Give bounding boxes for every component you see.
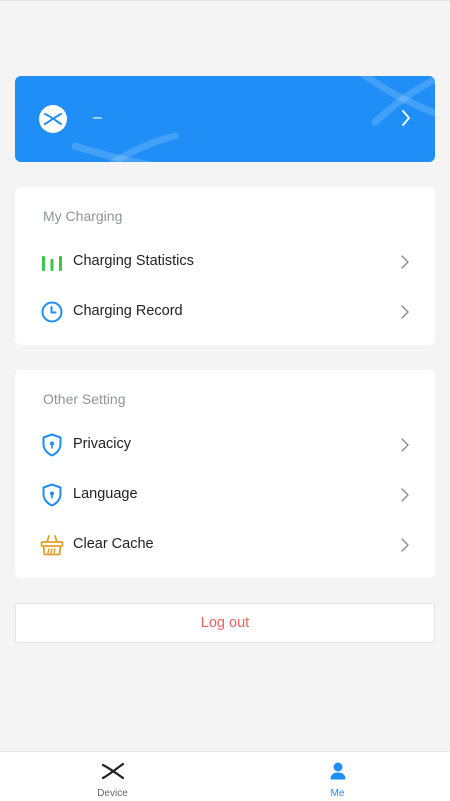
x-logo-icon <box>101 761 125 781</box>
chevron-right-icon <box>402 110 410 126</box>
shield-icon <box>39 483 65 507</box>
avatar <box>39 105 67 133</box>
bar-chart-icon <box>39 250 65 274</box>
chevron-right-icon <box>401 488 409 502</box>
tab-device[interactable]: Device <box>0 752 225 801</box>
charging-record-row[interactable]: Charging Record <box>15 287 435 337</box>
tab-me[interactable]: Me <box>225 752 450 801</box>
my-charging-card: My Charging Charging Statistics Charging… <box>15 187 435 345</box>
username: – <box>93 109 102 126</box>
bottom-tab-bar: Device Me <box>0 751 450 801</box>
chevron-right-icon <box>401 305 409 319</box>
tab-device-label: Device <box>97 788 128 799</box>
clear-cache-row[interactable]: Clear Cache <box>15 520 435 570</box>
x-logo-icon <box>44 113 62 125</box>
basket-icon <box>39 533 65 557</box>
privacy-label: Privacicy <box>73 436 132 452</box>
language-label: Language <box>73 486 138 502</box>
section-title-other-setting: Other Setting <box>43 391 126 407</box>
tab-me-label: Me <box>330 788 345 799</box>
charging-record-label: Charging Record <box>73 303 183 319</box>
top-divider <box>0 0 450 1</box>
decorative-x-background <box>71 76 435 162</box>
chevron-right-icon <box>401 438 409 452</box>
clock-icon <box>39 300 65 324</box>
other-setting-card: Other Setting Privacicy Language Clear C… <box>15 370 435 578</box>
privacy-row[interactable]: Privacicy <box>15 420 435 470</box>
logout-button[interactable]: Log out <box>15 603 435 643</box>
shield-icon <box>39 433 65 457</box>
chevron-right-icon <box>401 255 409 269</box>
language-row[interactable]: Language <box>15 470 435 520</box>
charging-statistics-row[interactable]: Charging Statistics <box>15 237 435 287</box>
person-icon <box>329 761 347 781</box>
profile-card[interactable]: – <box>15 76 435 162</box>
clear-cache-label: Clear Cache <box>73 536 154 552</box>
section-title-my-charging: My Charging <box>43 208 123 224</box>
chevron-right-icon <box>401 538 409 552</box>
charging-statistics-label: Charging Statistics <box>73 253 194 269</box>
